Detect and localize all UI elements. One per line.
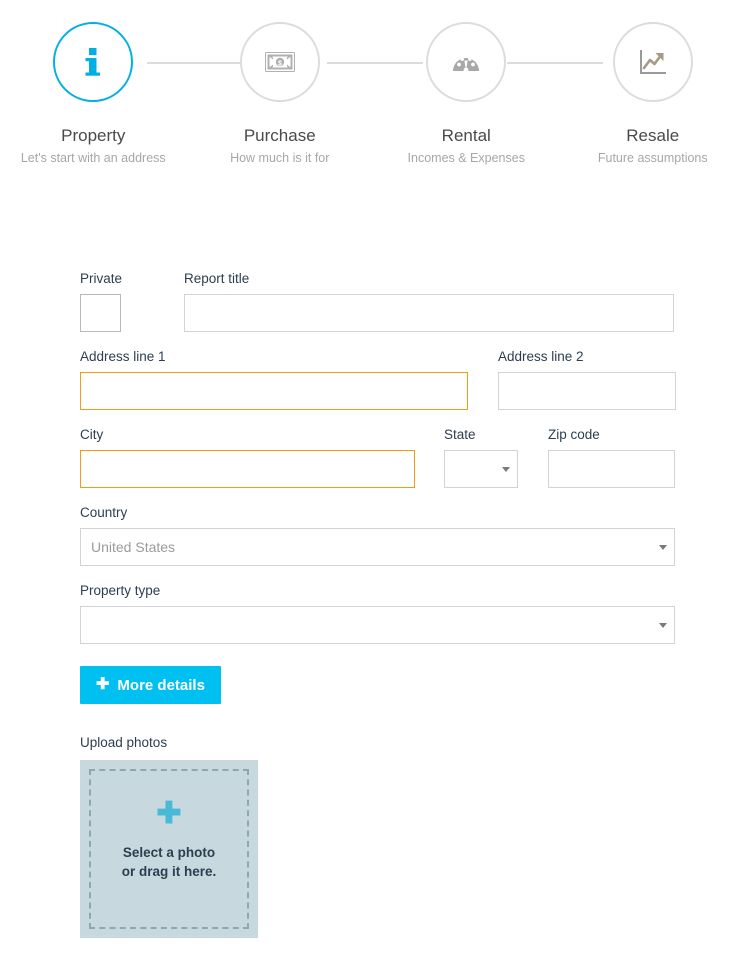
stepper-track: $ xyxy=(0,0,746,125)
step-title: Property xyxy=(61,126,126,145)
state-select[interactable] xyxy=(444,450,518,488)
zip-code-label: Zip code xyxy=(548,427,600,442)
upload-photos-section: Upload photos ✚ Select a photo or drag i… xyxy=(80,734,746,938)
stepper-connector-2 xyxy=(327,62,423,64)
field-private: Private xyxy=(80,270,123,332)
field-address-line-2: Address line 2 xyxy=(498,348,676,410)
plus-icon: ✚ xyxy=(156,797,182,830)
upload-photos-label: Upload photos xyxy=(80,735,168,750)
stepper-step-purchase[interactable]: $ xyxy=(187,0,374,102)
address-line-2-input[interactable] xyxy=(498,372,676,410)
step-title: Resale xyxy=(626,126,680,145)
step-subtitle: Incomes & Expenses xyxy=(407,151,525,165)
property-type-label: Property type xyxy=(80,583,161,598)
step-subtitle: Future assumptions xyxy=(597,151,708,165)
step-title: Purchase xyxy=(243,126,316,145)
field-address-line-1: Address line 1 xyxy=(80,348,468,410)
stepper-step-resale[interactable] xyxy=(560,0,746,102)
private-label: Private xyxy=(80,271,123,286)
state-label: State xyxy=(444,427,476,442)
form-row-address: Address line 1 Address line 2 xyxy=(0,348,746,410)
country-label: Country xyxy=(80,505,128,520)
state-select-wrap xyxy=(444,450,518,488)
money-bill-icon: $ xyxy=(264,52,295,72)
field-property-type: Property type xyxy=(80,582,675,644)
step-circle-rental[interactable] xyxy=(426,22,507,102)
city-input[interactable] xyxy=(80,450,415,488)
property-type-select-wrap xyxy=(80,606,675,644)
city-label: City xyxy=(80,427,104,442)
form-row-private-report: Private Report title xyxy=(0,270,746,332)
field-city: City xyxy=(80,426,415,488)
step-circle-resale[interactable] xyxy=(612,22,693,102)
step-subtitle: How much is it for xyxy=(230,151,330,165)
gauge-icon xyxy=(453,57,480,73)
step-circle-property[interactable] xyxy=(53,22,134,102)
field-report-title: Report title xyxy=(184,270,674,332)
info-icon xyxy=(85,48,101,76)
stepper-labels: Property Let's start with an address Pur… xyxy=(0,125,746,167)
step-circle-purchase[interactable]: $ xyxy=(239,22,320,102)
photo-dropzone-inner: ✚ Select a photo or drag it here. xyxy=(89,769,249,929)
more-details-button[interactable]: ✚ More details xyxy=(80,666,221,704)
form-row-country: Country United States xyxy=(0,504,746,566)
zip-code-input[interactable] xyxy=(548,450,675,488)
country-select-wrap: United States xyxy=(80,528,675,566)
field-zip-code: Zip code xyxy=(548,426,675,488)
step-subtitle: Let's start with an address xyxy=(20,151,166,165)
photo-dropzone[interactable]: ✚ Select a photo or drag it here. xyxy=(80,760,258,938)
step-label-rental: Rental Incomes & Expenses xyxy=(373,125,560,167)
field-state: State xyxy=(444,426,518,488)
dropzone-line-1: Select a photo xyxy=(122,845,216,860)
more-details-label: More details xyxy=(117,676,205,694)
form-row-property-type: Property type xyxy=(0,582,746,644)
stepper-step-property[interactable] xyxy=(0,0,187,102)
address-line-1-input[interactable] xyxy=(80,372,468,410)
report-title-input[interactable] xyxy=(184,294,674,332)
stepper-connector-3 xyxy=(507,62,603,64)
address-line-1-label: Address line 1 xyxy=(80,349,166,364)
property-type-select[interactable] xyxy=(80,606,675,644)
step-label-purchase: Purchase How much is it for xyxy=(187,125,374,167)
chart-line-up-icon xyxy=(639,50,666,74)
step-label-property: Property Let's start with an address xyxy=(0,125,187,167)
stepper-connector-1 xyxy=(147,62,243,64)
property-form: Private Report title Address line 1 Addr… xyxy=(0,270,746,938)
address-line-2-label: Address line 2 xyxy=(498,349,584,364)
step-title: Rental xyxy=(441,126,491,145)
wizard-stepper: $ Property Let's start with an address P… xyxy=(0,0,746,180)
plus-icon: ✚ xyxy=(96,676,110,693)
country-select[interactable]: United States xyxy=(80,528,675,566)
step-label-resale: Resale Future assumptions xyxy=(560,125,746,167)
dropzone-line-2: or drag it here. xyxy=(121,864,217,879)
report-title-label: Report title xyxy=(184,271,250,286)
field-country: Country United States xyxy=(80,504,675,566)
form-row-city-state-zip: City State Zip code xyxy=(0,426,746,488)
private-checkbox[interactable] xyxy=(80,294,121,332)
svg-text:$: $ xyxy=(278,60,282,67)
stepper-step-rental[interactable] xyxy=(373,0,560,102)
